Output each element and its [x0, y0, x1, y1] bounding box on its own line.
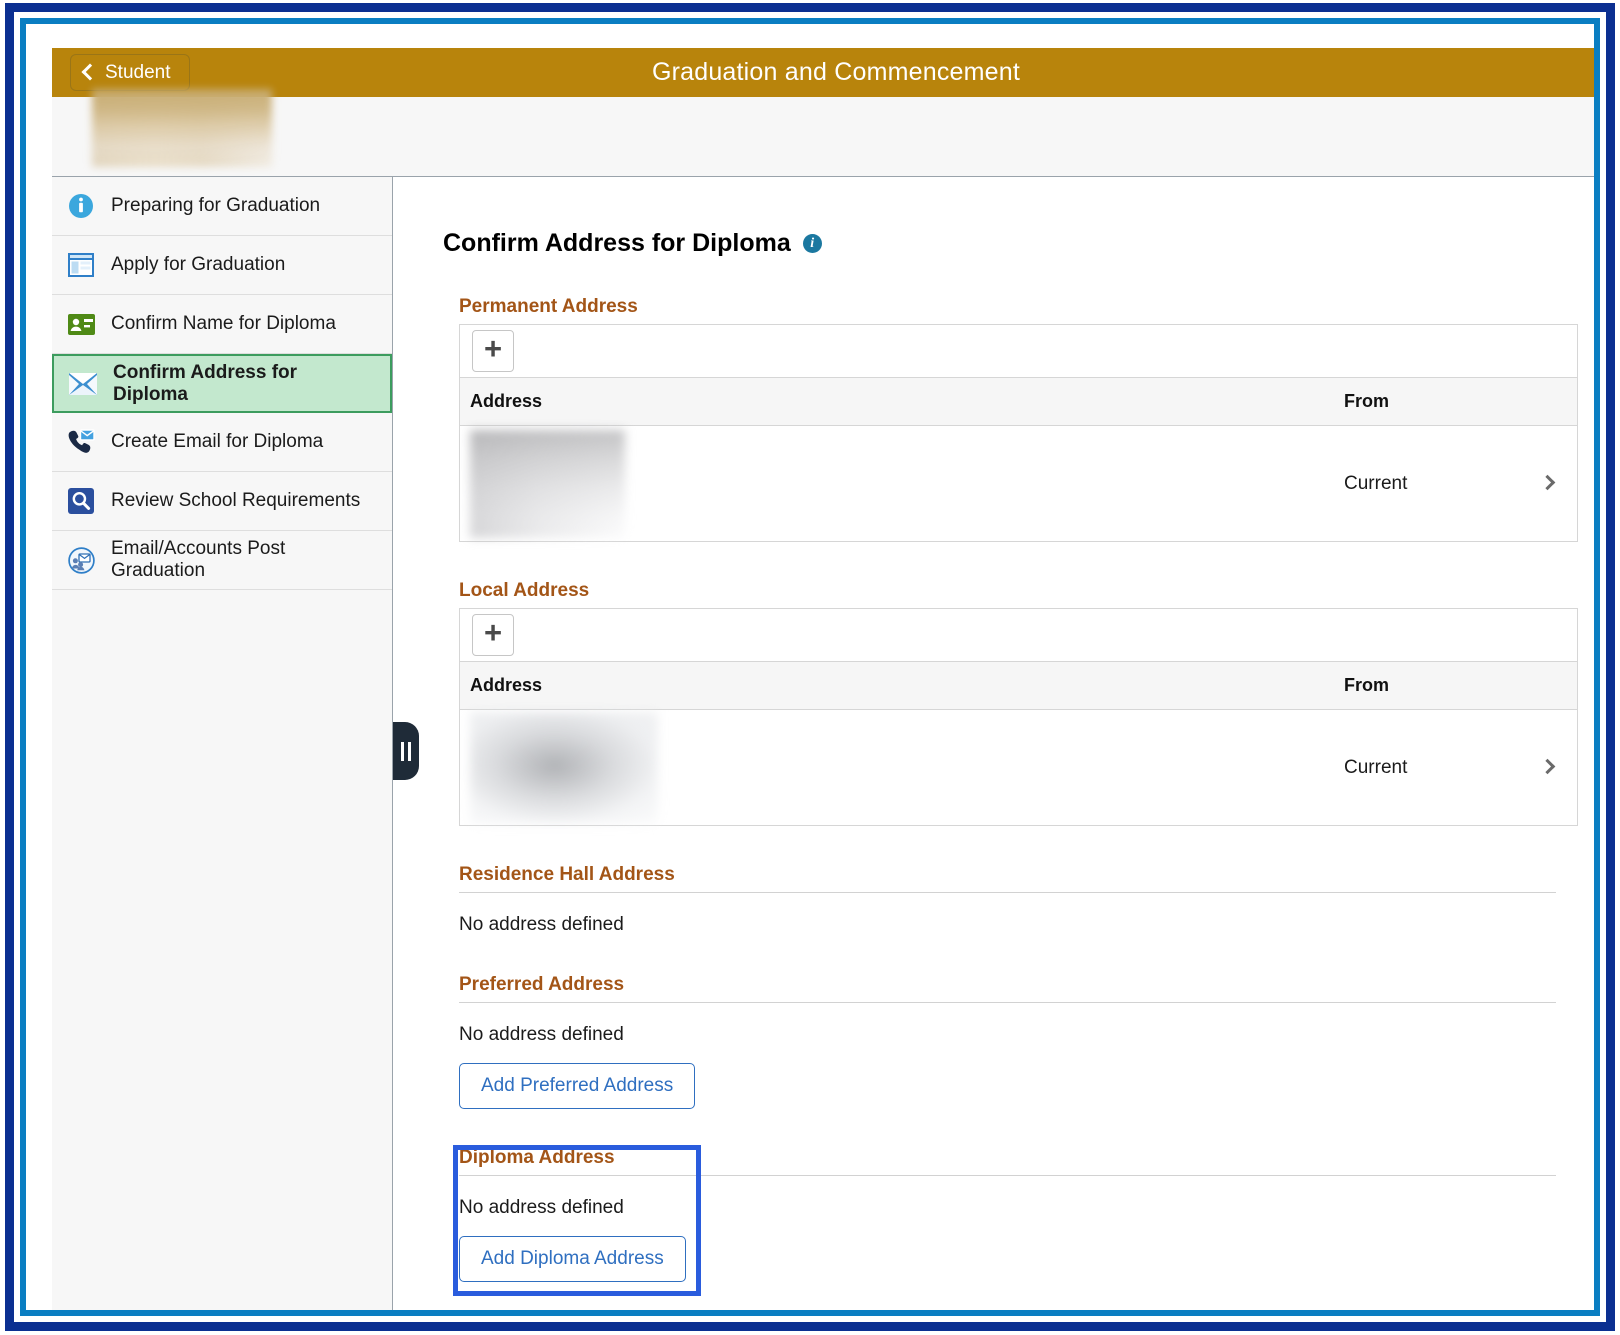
- section-heading: Diploma Address: [459, 1147, 615, 1168]
- back-button-label: Student: [105, 61, 171, 83]
- section-heading: Local Address: [459, 580, 590, 601]
- annotation-inner-border: Student Graduation and Commencement Prep…: [20, 18, 1600, 1316]
- app-header: Student Graduation and Commencement: [52, 48, 1594, 97]
- column-header-address: Address: [470, 391, 543, 411]
- table-row[interactable]: Current: [460, 710, 1577, 825]
- info-icon[interactable]: i: [802, 234, 822, 253]
- address-grid: + Address From Current: [459, 608, 1578, 826]
- empty-state-text: No address defined: [459, 1024, 624, 1045]
- address-sections: Permanent Address + Address From Current Loca…: [425, 296, 1590, 1310]
- sidebar-item-email-accounts-post-graduation[interactable]: Email/Accounts Post Graduation: [52, 531, 392, 590]
- add-preferred-address-button[interactable]: Add Preferred Address: [459, 1063, 696, 1109]
- sidebar-item-apply-for-graduation[interactable]: Apply for Graduation: [52, 236, 392, 295]
- blurred-institution-logo: [92, 89, 272, 167]
- cell-address: [460, 711, 1344, 824]
- page-title-text: Confirm Address for Diploma: [443, 229, 791, 257]
- navigation-sidebar: Preparing for Graduation Apply for Gradua…: [52, 177, 393, 1310]
- section-divider: [459, 892, 1556, 893]
- chevron-right-icon: [1539, 474, 1555, 490]
- sidebar-item-confirm-address-for-diploma[interactable]: Confirm Address for Diploma: [52, 354, 392, 413]
- address-grid: + Address From Current: [459, 324, 1578, 542]
- blurred-address-value: [470, 429, 625, 538]
- sidebar-item-label: Preparing for Graduation: [111, 195, 321, 216]
- pause-bars-icon-2: [408, 741, 411, 761]
- cell-address: [460, 429, 1344, 538]
- row-open-cell[interactable]: [1517, 474, 1577, 493]
- empty-state-text: No address defined: [459, 1197, 624, 1218]
- info-circle-icon: [67, 192, 95, 220]
- back-to-student-button[interactable]: Student: [70, 54, 190, 91]
- application-page: Student Graduation and Commencement Prep…: [52, 48, 1594, 1310]
- address-grid-header: Address From: [460, 378, 1577, 426]
- section-residence-hall-address: Residence Hall Address No address defined: [459, 864, 1590, 936]
- sidebar-collapse-handle[interactable]: [393, 722, 419, 780]
- section-permanent-address: Permanent Address + Address From Current: [459, 296, 1590, 542]
- section-divider: [459, 1175, 1556, 1176]
- chevron-left-icon: [81, 63, 99, 81]
- add-address-button[interactable]: +: [472, 614, 514, 656]
- sidebar-item-label: Confirm Address for Diploma: [113, 361, 298, 405]
- section-diploma-address: Diploma Address No address defined Add Dip…: [459, 1147, 1590, 1282]
- address-grid-header: Address From: [460, 662, 1577, 710]
- sidebar-item-preparing-for-graduation[interactable]: Preparing for Graduation: [52, 177, 392, 236]
- page-body: Preparing for Graduation Apply for Gradua…: [52, 177, 1594, 1310]
- column-header-address: Address: [470, 675, 543, 695]
- sidebar-item-label: Create Email for Diploma: [111, 431, 324, 452]
- phone-mail-icon: [67, 428, 95, 456]
- add-diploma-address-button[interactable]: Add Diploma Address: [459, 1236, 686, 1282]
- section-heading: Preferred Address: [459, 974, 625, 995]
- address-grid-toolbar: +: [460, 325, 1577, 378]
- envelope-icon: [69, 370, 97, 398]
- sidebar-item-label: Review School Requirements: [111, 490, 361, 511]
- window-form-icon: [67, 251, 95, 279]
- pause-bars-icon: [401, 741, 404, 761]
- section-preferred-address: Preferred Address No address defined Add P…: [459, 974, 1590, 1109]
- table-row[interactable]: Current: [460, 426, 1577, 541]
- magnifier-icon: [67, 487, 95, 515]
- main-content: Confirm Address for Diploma i Permanent …: [393, 177, 1594, 1310]
- section-heading: Permanent Address: [459, 296, 638, 317]
- empty-state-text: No address defined: [459, 914, 624, 935]
- institution-banner: [52, 89, 1594, 177]
- sidebar-item-review-school-requirements[interactable]: Review School Requirements: [52, 472, 392, 531]
- section-divider: [459, 1002, 1556, 1003]
- address-grid-toolbar: +: [460, 609, 1577, 662]
- blurred-address-value: [470, 711, 658, 824]
- group-mail-icon: [67, 546, 95, 574]
- id-card-icon: [67, 310, 95, 338]
- section-local-address: Local Address + Address From Current: [459, 580, 1590, 826]
- cell-from: Current: [1344, 756, 1408, 778]
- chevron-right-icon: [1539, 758, 1555, 774]
- page-title: Confirm Address for Diploma i: [443, 229, 1590, 258]
- app-title: Graduation and Commencement: [651, 58, 1021, 86]
- section-heading: Residence Hall Address: [459, 864, 675, 885]
- column-header-from: From: [1344, 675, 1389, 695]
- sidebar-item-label: Email/Accounts Post Graduation: [111, 538, 286, 581]
- sidebar-item-confirm-name-for-diploma[interactable]: Confirm Name for Diploma: [52, 295, 392, 354]
- cell-from: Current: [1344, 472, 1408, 494]
- column-header-from: From: [1344, 391, 1389, 411]
- sidebar-item-create-email-for-diploma[interactable]: Create Email for Diploma: [52, 413, 392, 472]
- add-address-button[interactable]: +: [472, 330, 514, 372]
- sidebar-item-label: Confirm Name for Diploma: [111, 313, 336, 334]
- screenshot-root: Student Graduation and Commencement Prep…: [0, 0, 1620, 1335]
- row-open-cell[interactable]: [1517, 758, 1577, 777]
- sidebar-item-label: Apply for Graduation: [111, 254, 286, 275]
